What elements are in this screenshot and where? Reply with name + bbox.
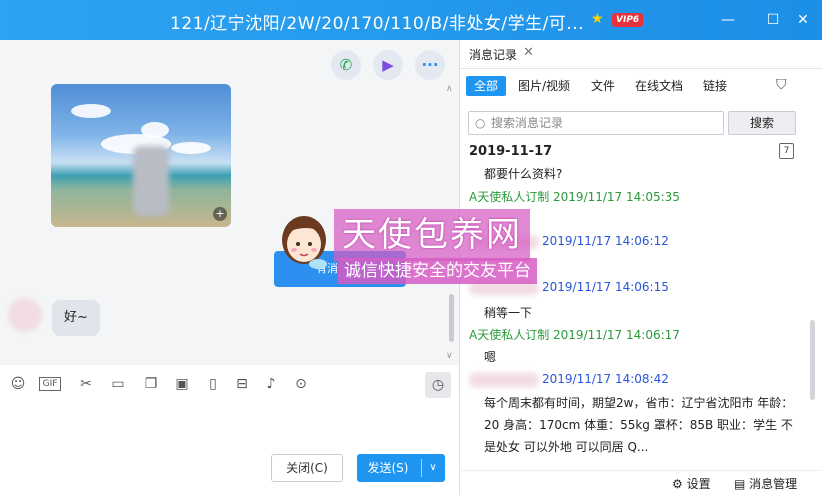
image-message[interactable]: +	[51, 84, 231, 227]
calendar-icon[interactable]: 7	[779, 143, 794, 159]
search-placeholder: 搜索消息记录	[491, 116, 564, 130]
list-item: 稍等一下	[484, 306, 533, 320]
music-icon[interactable]: ♪	[262, 375, 280, 393]
window-title: 121/辽宁沈阳/2W/20/170/110/B/非处女/学生/可...	[170, 14, 585, 34]
history-footer: ⚙ 设置 ▤ 消息管理	[460, 470, 822, 495]
history-search-input[interactable]: ○ 搜索消息记录	[468, 111, 724, 135]
message-input[interactable]: 关闭(C) 发送(S) ∨	[0, 403, 459, 495]
list-item: 嗯	[484, 350, 497, 364]
maximize-icon[interactable]: ☐	[763, 10, 783, 30]
list-item: 都要什么资料?	[484, 167, 563, 181]
history-scrollbar[interactable]	[810, 320, 815, 400]
blurred-sender	[469, 373, 539, 387]
filter-docs[interactable]: 在线文档	[635, 76, 683, 96]
list-item-sender: A天使私人订制 2019/11/17 14:06:17	[469, 328, 680, 342]
close-tab-icon[interactable]: ✕	[523, 45, 534, 60]
watermark-title: 天使包养网	[334, 209, 530, 261]
list-item-long: 每个周末都有时间，期望2w，省市：辽宁省沈阳市 年龄：20 身高：170cm 体…	[484, 396, 794, 454]
tab-history[interactable]: 消息记录	[469, 46, 517, 63]
close-icon[interactable]: ✕	[793, 10, 813, 30]
emoji-icon[interactable]: ☺	[9, 375, 27, 393]
scrollbar-thumb[interactable]	[449, 294, 454, 342]
phone-icon[interactable]: ✆	[331, 50, 361, 80]
chat-message-area[interactable]: ✆ ▶ ··· ∧ + 有消 好~ ∨	[0, 40, 459, 365]
filter-links[interactable]: 链接	[703, 76, 727, 96]
watermark-subtitle: 诚信快捷安全的交友平台	[338, 258, 537, 284]
send-separator	[421, 459, 422, 477]
history-message-list[interactable]: 2019-11-17 7 都要什么资料? A天使私人订制 2019/11/17 …	[460, 140, 822, 470]
gear-icon: ⚙	[672, 477, 683, 491]
search-button[interactable]: 搜索	[728, 111, 796, 135]
shake-icon[interactable]: ▯	[204, 375, 222, 393]
tab-divider	[460, 68, 822, 69]
scissors-icon[interactable]: ✂	[77, 375, 95, 393]
message-manager-button[interactable]: ▤ 消息管理	[734, 475, 797, 492]
send-button[interactable]: 发送(S) ∨	[357, 454, 445, 482]
list-item-sender: A天使私人订制 2019/11/17 14:05:35	[469, 190, 680, 204]
send-button-label: 发送(S)	[367, 461, 409, 475]
title-bar: 121/辽宁沈阳/2W/20/170/110/B/非处女/学生/可... ★ V…	[0, 0, 822, 40]
vip-badge: VIP6	[612, 13, 644, 27]
close-button[interactable]: 关闭(C)	[271, 454, 343, 482]
blurred-person	[133, 146, 169, 216]
scroll-down-arrow[interactable]: ∨	[446, 351, 453, 361]
video-icon[interactable]: ▶	[373, 50, 403, 80]
scroll-up-arrow[interactable]: ∧	[446, 84, 453, 94]
list-item-sender: 2019/11/17 14:08:42	[542, 372, 669, 386]
crown-icon: ★	[591, 11, 604, 27]
settings-label: 设置	[686, 477, 711, 491]
zoom-icon[interactable]: +	[213, 207, 227, 221]
filter-all[interactable]: 全部	[466, 76, 507, 96]
folder-icon[interactable]: ▭	[109, 375, 127, 393]
message-manager-icon: ▤	[734, 477, 746, 491]
composer-toolbar: ☺ GIF ✂ ▭ ❐ ▣ ▯ ⊟ ♪ ⊙ ◷	[0, 365, 459, 403]
chevron-down-icon[interactable]: ∨	[425, 454, 441, 482]
filter-files[interactable]: 文件	[591, 76, 615, 96]
more-icon[interactable]: ···	[415, 50, 445, 80]
search-icon: ○	[475, 116, 486, 130]
gif-icon[interactable]: GIF	[39, 377, 61, 391]
date-heading: 2019-11-17	[469, 144, 553, 159]
filter-icon[interactable]: ⛉	[776, 77, 787, 93]
image-icon[interactable]: ▣	[173, 375, 191, 393]
filter-media[interactable]: 图片/视频	[518, 76, 570, 96]
mascot-icon	[282, 216, 327, 269]
list-item-sender: 2019/11/17 14:06:12	[542, 234, 669, 248]
more-tools-icon[interactable]: ⊙	[292, 375, 310, 393]
settings-button[interactable]: ⚙ 设置	[672, 475, 711, 492]
list-item-sender: 2019/11/17 14:06:15	[542, 280, 669, 294]
message-bubble: 好~	[52, 300, 100, 336]
minimize-icon[interactable]: —	[718, 10, 738, 30]
clock-icon[interactable]: ◷	[425, 372, 451, 398]
sticker-icon[interactable]: ❐	[142, 375, 160, 393]
avatar[interactable]	[8, 298, 42, 332]
red-packet-icon[interactable]: ⊟	[233, 375, 251, 393]
message-manager-label: 消息管理	[749, 477, 798, 491]
